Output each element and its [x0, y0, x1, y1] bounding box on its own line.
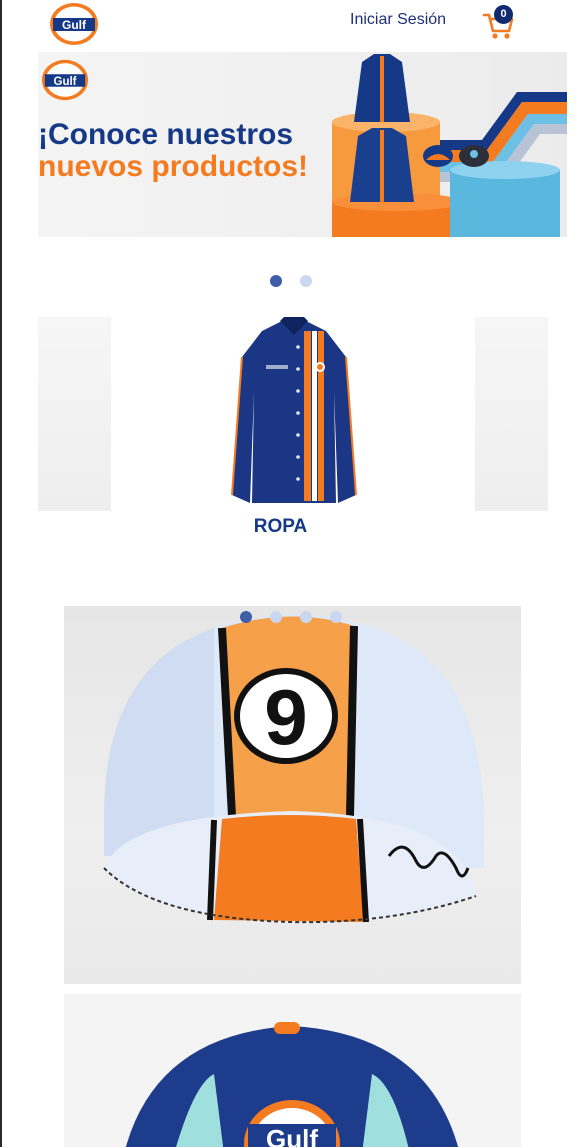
product-dot-1[interactable]	[240, 611, 252, 623]
product-dot-4[interactable]	[330, 611, 342, 623]
hero-dot-2[interactable]	[300, 275, 312, 287]
login-link[interactable]: Iniciar Sesión	[350, 11, 446, 29]
category-carousel: ROPA	[38, 317, 548, 537]
navy-cap-logo-text: Gulf	[266, 1124, 318, 1147]
category-next-item[interactable]	[475, 317, 548, 511]
hero-gulf-logo: Gulf	[41, 59, 89, 101]
product-card-cap-navy[interactable]: Gulf	[64, 994, 521, 1147]
cap-number: 9	[264, 673, 307, 761]
product-image-cap-9: 9	[103, 614, 484, 924]
product-dot-2[interactable]	[270, 611, 282, 623]
header: Gulf Iniciar Sesión 0	[2, 0, 579, 50]
hero-title-line2: nuevos productos!	[38, 150, 309, 183]
cart-count-badge: 0	[494, 5, 513, 24]
gulf-logo[interactable]: Gulf	[48, 2, 100, 46]
hero-logo-text: Gulf	[53, 76, 76, 88]
category-label[interactable]: ROPA	[38, 516, 523, 538]
category-item-ropa-image[interactable]	[224, 317, 364, 511]
hero-dot-1[interactable]	[270, 275, 282, 287]
hero-carousel-dots	[270, 275, 312, 287]
hero-title-line1: ¡Conoce nuestros	[38, 118, 294, 151]
product-image-cap-navy: Gulf	[126, 1022, 458, 1147]
hero-banner[interactable]: Gulf ¡Conoce nuestros nuevos productos!	[38, 52, 567, 237]
logo-text: Gulf	[62, 18, 87, 32]
product-dot-3[interactable]	[300, 611, 312, 623]
product-carousel-dots	[240, 611, 342, 623]
hero-products-illustration	[332, 54, 567, 237]
category-prev-item[interactable]	[38, 317, 111, 511]
product-card-cap-white[interactable]: 9	[64, 606, 521, 984]
